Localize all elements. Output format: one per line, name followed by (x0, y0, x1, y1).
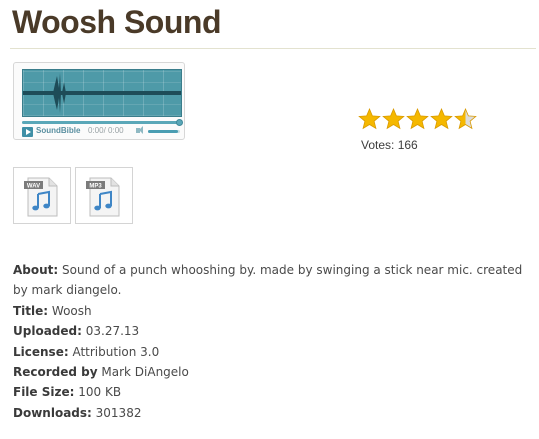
recorded-by-row: Recorded by Mark DiAngelo (13, 362, 533, 382)
about-value: Sound of a punch whooshing by. made by s… (13, 263, 523, 298)
mp3-format-label: MP3 (89, 184, 102, 190)
file-size-row: File Size: 100 KB (13, 382, 533, 402)
waveform-display[interactable] (22, 69, 182, 117)
uploaded-row: Uploaded: 03.27.13 (13, 321, 533, 341)
wav-file-icon: WAV (24, 177, 58, 217)
wav-format-label: WAV (27, 184, 40, 190)
downloads-row: Downloads: 301382 (13, 403, 533, 423)
title-label: Title: (13, 303, 49, 318)
uploaded-label: Uploaded: (13, 324, 82, 339)
volume-fill (148, 130, 179, 133)
download-mp3-button[interactable]: MP3 (75, 167, 133, 224)
license-label: License: (13, 344, 69, 359)
play-icon[interactable] (22, 127, 33, 137)
download-wav-button[interactable]: WAV (13, 167, 71, 224)
star-icon[interactable] (358, 108, 381, 130)
recorded-by-value: Mark DiAngelo (101, 365, 189, 380)
page-title: Woosh Sound (12, 4, 221, 40)
votes-count: Votes: 166 (361, 138, 418, 152)
sound-details: About: Sound of a punch whooshing by. ma… (13, 260, 533, 423)
playback-time: 0:00/ 0:00 (88, 126, 124, 135)
waveform-peak (53, 73, 66, 113)
star-icon[interactable] (430, 108, 453, 130)
title-row: Title: Woosh (13, 301, 533, 321)
license-row: License: Attribution 3.0 (13, 342, 533, 362)
playback-scrubber-handle[interactable] (176, 119, 183, 126)
license-value: Attribution 3.0 (72, 344, 160, 359)
playback-progress-bar[interactable] (22, 119, 183, 126)
file-size-label: File Size: (13, 385, 75, 400)
star-rating[interactable] (358, 108, 477, 130)
file-size-value: 100 KB (78, 385, 122, 400)
star-icon[interactable] (406, 108, 429, 130)
mp3-file-icon: MP3 (86, 177, 120, 217)
recorded-by-label: Recorded by (13, 365, 98, 380)
downloads-value: 301382 (95, 405, 142, 420)
about-label: About: (13, 263, 59, 277)
star-icon[interactable] (382, 108, 405, 130)
title-divider (10, 48, 536, 49)
volume-icon[interactable] (136, 126, 143, 134)
uploaded-value: 03.27.13 (85, 324, 140, 339)
about-row: About: Sound of a punch whooshing by. ma… (13, 260, 533, 301)
playback-progress-fill (22, 121, 180, 124)
audio-player: SoundBible 0:00/ 0:00 (13, 62, 185, 140)
downloads-label: Downloads: (13, 405, 92, 420)
star-icon[interactable] (454, 108, 477, 130)
volume-slider[interactable] (148, 130, 180, 133)
player-brand: SoundBible (36, 126, 81, 135)
title-value: Woosh (51, 303, 92, 318)
